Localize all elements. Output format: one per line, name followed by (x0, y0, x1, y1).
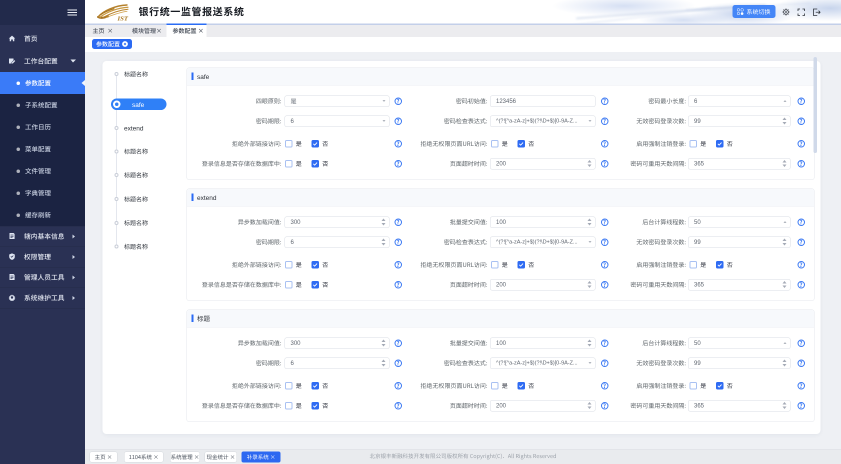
svg-text:IST: IST (117, 16, 129, 22)
